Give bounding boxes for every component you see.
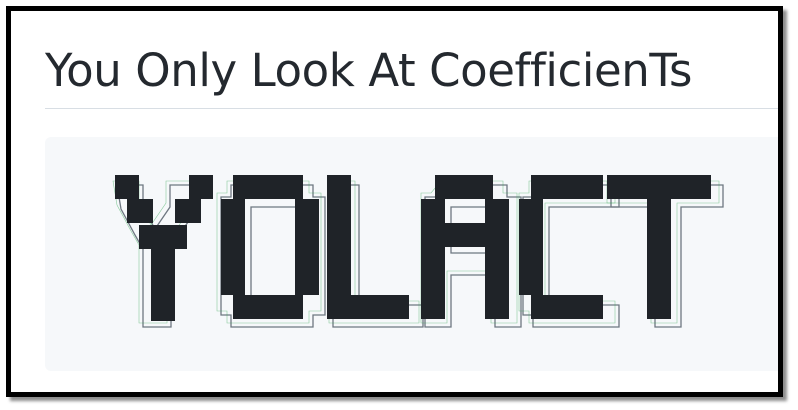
screenshot-frame: You Only Look At CoefficienTs (6, 6, 783, 397)
title-divider (45, 108, 778, 109)
banner-highlight-outlines (112, 180, 720, 324)
yolact-ascii-banner (112, 175, 724, 328)
banner-outlines (116, 184, 724, 328)
ascii-art-code-block (45, 137, 778, 371)
page-title: You Only Look At CoefficienTs (45, 44, 693, 97)
banner-blocks (115, 175, 711, 321)
